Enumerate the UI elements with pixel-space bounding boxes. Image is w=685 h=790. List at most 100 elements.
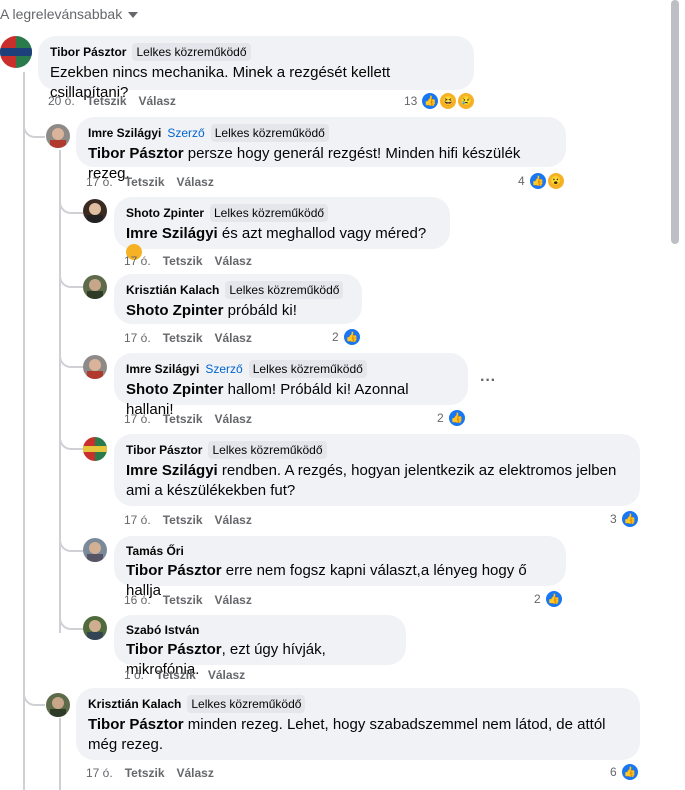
like-button[interactable]: Tetszik [125,175,165,189]
like-reaction-icon: 👍 [620,510,639,528]
like-button[interactable]: Tetszik [156,668,196,682]
sort-dropdown[interactable]: A legrelevánsabbak [0,6,139,22]
reply-button[interactable]: Válasz [215,254,252,268]
reaction-summary[interactable]: 4 👍 😮 [518,172,565,190]
contributor-badge: Lelkes közreműködő [248,360,367,378]
reply-button[interactable]: Válasz [208,668,245,682]
like-reaction-icon: 👍 [544,590,563,608]
like-reaction-icon: 👍 [342,328,361,346]
reaction-count: 2 [332,330,339,344]
comment-bubble: Imre Szilágyi Szerző Lelkes közreműködő Sh… [114,353,468,418]
comment-actions: 17 ó. Tetszik Válasz [124,254,252,268]
comment-author[interactable]: Krisztián Kalach [88,696,181,712]
contributor-badge: Lelkes közreműködő [225,281,344,299]
reaction-summary[interactable]: 6 👍 [610,763,639,781]
thread-connector [59,190,83,214]
avatar[interactable] [0,36,32,68]
comment-time[interactable]: 16 ó. [124,593,151,607]
like-reaction-icon: 👍 [447,409,466,427]
mention-link[interactable]: Tibor Pásztor [88,716,184,733]
comment-bubble: Tamás Őri Tibor Pásztor erre nem fogsz k… [114,536,566,599]
comment-bubble: Tibor Pásztor Lelkes közreműködő Ezekben … [38,36,474,101]
comment-author[interactable]: Imre Szilágyi [88,125,161,141]
like-button[interactable]: Tetszik [163,513,203,527]
reply-button[interactable]: Válasz [215,331,252,345]
like-button[interactable]: Tetszik [125,766,165,780]
comment-time[interactable]: 20 ó. [48,94,75,108]
comment-actions: 20 ó. Tetszik Válasz [48,94,176,108]
avatar[interactable] [83,437,107,461]
comment-bubble: Krisztián Kalach Lelkes közreműködő Shoto… [114,274,362,324]
like-button[interactable]: Tetszik [163,331,203,345]
comment-time[interactable]: 17 ó. [86,175,113,189]
like-button[interactable]: Tetszik [163,593,203,607]
comment-actions: 17 ó. Tetszik Válasz [86,766,214,780]
comment-time[interactable]: 17 ó. [124,412,151,426]
mention-link[interactable]: Tibor Pásztor [88,145,184,162]
comment-actions: 17 ó. Tetszik Válasz [86,175,214,189]
reaction-summary[interactable]: 2 👍 [534,590,563,608]
comment-time[interactable]: 1 ó. [124,668,144,682]
avatar[interactable] [46,124,70,148]
avatar[interactable] [83,199,107,223]
comment-time[interactable]: 17 ó. [124,254,151,268]
mention-link[interactable]: Tibor Pásztor [126,562,222,579]
reply-button[interactable]: Válasz [177,766,214,780]
reaction-summary[interactable]: 2 👍 [437,409,466,427]
comment-bubble: Krisztián Kalach Lelkes közreműködő Tibor… [76,688,640,760]
avatar[interactable] [83,275,107,299]
mention-link[interactable]: Tibor Pásztor [126,641,222,658]
avatar[interactable] [83,355,107,379]
like-reaction-icon: 👍 [421,92,440,110]
comment-time[interactable]: 17 ó. [124,331,151,345]
avatar[interactable] [83,538,107,562]
comment-actions: 17 ó. Tetszik Válasz [124,331,252,345]
thread-connector [59,530,83,552]
contributor-badge: Lelkes közreműködő [132,43,251,61]
avatar[interactable] [83,616,107,640]
haha-reaction-icon: 😆 [439,92,458,110]
reply-button[interactable]: Válasz [215,593,252,607]
comment-author[interactable]: Shoto Zpinter [126,205,204,221]
like-button[interactable]: Tetszik [87,94,127,108]
author-role: Szerző [205,362,243,376]
like-button[interactable]: Tetszik [163,412,203,426]
reaction-summary[interactable]: 13 👍 😆 😢 [404,92,476,110]
avatar[interactable] [46,693,70,717]
comment-author[interactable]: Tamás Őri [126,543,184,559]
comment-time[interactable]: 17 ó. [124,513,151,527]
reaction-count: 6 [610,765,617,779]
scrollbar[interactable] [671,0,679,244]
reply-button[interactable]: Válasz [215,513,252,527]
comment-author[interactable]: Tibor Pásztor [50,44,126,60]
comment-bubble: Shoto Zpinter Lelkes közreműködő Imre Szi… [114,197,450,260]
mention-link[interactable]: Imre Szilágyi [126,225,218,242]
thread-connector [59,428,83,450]
chevron-down-icon [128,12,139,18]
mention-link[interactable]: Imre Szilágyi [126,462,218,479]
more-options-icon[interactable]: ··· [480,372,496,390]
contributor-badge: Lelkes közreműködő [210,124,329,142]
reaction-count: 2 [437,411,444,425]
thread-line [59,718,61,790]
like-reaction-icon: 👍 [620,763,639,781]
reaction-summary[interactable]: 2 👍 [332,328,361,346]
comment-text: és azt meghallod vagy méred? [217,225,427,242]
comment-author[interactable]: Imre Szilágyi [126,361,199,377]
comment-author[interactable]: Tibor Pásztor [126,442,202,458]
reply-button[interactable]: Válasz [177,175,214,189]
reply-button[interactable]: Válasz [139,94,176,108]
reaction-count: 4 [518,174,525,188]
comment-author[interactable]: Krisztián Kalach [126,282,219,298]
comment-text: próbáld ki! [223,302,297,319]
mention-link[interactable]: Shoto Zpinter [126,381,224,398]
comment-author[interactable]: Szabó István [126,622,199,638]
sort-label: A legrelevánsabbak [0,6,123,22]
sad-reaction-icon: 😢 [457,92,476,110]
mention-link[interactable]: Shoto Zpinter [126,302,224,319]
thread-connector [23,112,45,138]
reaction-summary[interactable]: 3 👍 [610,510,639,528]
like-button[interactable]: Tetszik [163,254,203,268]
comment-time[interactable]: 17 ó. [86,766,113,780]
reply-button[interactable]: Válasz [215,412,252,426]
